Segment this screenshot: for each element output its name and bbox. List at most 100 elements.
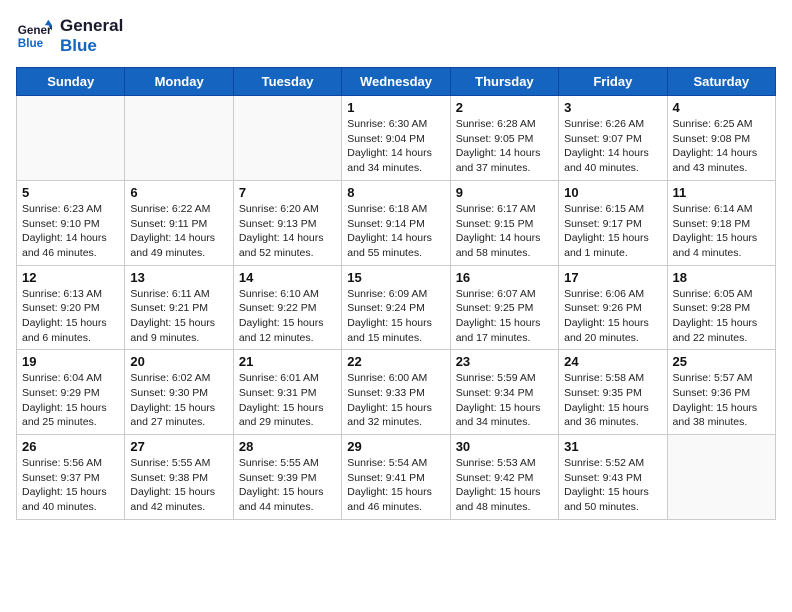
day-number: 25 [673, 354, 770, 369]
day-info: Sunrise: 6:14 AM Sunset: 9:18 PM Dayligh… [673, 202, 770, 261]
day-info: Sunrise: 5:58 AM Sunset: 9:35 PM Dayligh… [564, 371, 661, 430]
calendar-cell: 18Sunrise: 6:05 AM Sunset: 9:28 PM Dayli… [667, 265, 775, 350]
day-number: 29 [347, 439, 444, 454]
day-number: 5 [22, 185, 119, 200]
day-number: 9 [456, 185, 553, 200]
calendar-cell: 29Sunrise: 5:54 AM Sunset: 9:41 PM Dayli… [342, 435, 450, 520]
day-info: Sunrise: 6:22 AM Sunset: 9:11 PM Dayligh… [130, 202, 227, 261]
calendar-cell: 28Sunrise: 5:55 AM Sunset: 9:39 PM Dayli… [233, 435, 341, 520]
day-number: 26 [22, 439, 119, 454]
calendar-cell: 12 Sunrise: 6:13 AM Sunset: 9:20 PM Dayli… [17, 265, 125, 350]
day-info: Sunrise: 6:13 AM Sunset: 9:20 PM Dayligh… [22, 287, 119, 346]
calendar-cell: 27 Sunrise: 5:55 AM Sunset: 9:38 PM Dayli… [125, 435, 233, 520]
day-info: Sunrise: 6:01 AM Sunset: 9:31 PM Dayligh… [239, 371, 336, 430]
calendar-cell: 19Sunrise: 6:04 AM Sunset: 9:29 PM Dayli… [17, 350, 125, 435]
day-info: Sunrise: 6:17 AM Sunset: 9:15 PM Dayligh… [456, 202, 553, 261]
weekday-header-tuesday: Tuesday [233, 68, 341, 96]
day-info: Sunrise: 6:04 AM Sunset: 9:29 PM Dayligh… [22, 371, 119, 430]
day-info: Sunrise: 6:07 AM Sunset: 9:25 PM Dayligh… [456, 287, 553, 346]
day-number: 14 [239, 270, 336, 285]
calendar-cell: 21 Sunrise: 6:01 AM Sunset: 9:31 PM Dayli… [233, 350, 341, 435]
day-info: Sunrise: 6:00 AM Sunset: 9:33 PM Dayligh… [347, 371, 444, 430]
weekday-header-saturday: Saturday [667, 68, 775, 96]
day-number: 11 [673, 185, 770, 200]
calendar-cell: 15 Sunrise: 6:09 AM Sunset: 9:24 PM Dayli… [342, 265, 450, 350]
calendar-cell: 3 Sunrise: 6:26 AM Sunset: 9:07 PM Daylig… [559, 96, 667, 181]
calendar-cell: 4 Sunrise: 6:25 AM Sunset: 9:08 PM Daylig… [667, 96, 775, 181]
day-number: 22 [347, 354, 444, 369]
day-number: 8 [347, 185, 444, 200]
calendar-cell: 6 Sunrise: 6:22 AM Sunset: 9:11 PM Daylig… [125, 180, 233, 265]
calendar-cell: 31Sunrise: 5:52 AM Sunset: 9:43 PM Dayli… [559, 435, 667, 520]
calendar-week-row: 5 Sunrise: 6:23 AM Sunset: 9:10 PM Daylig… [17, 180, 776, 265]
svg-text:General: General [18, 24, 52, 37]
day-number: 24 [564, 354, 661, 369]
day-info: Sunrise: 6:23 AM Sunset: 9:10 PM Dayligh… [22, 202, 119, 261]
day-number: 7 [239, 185, 336, 200]
calendar-week-row: 12 Sunrise: 6:13 AM Sunset: 9:20 PM Dayli… [17, 265, 776, 350]
day-info: Sunrise: 5:55 AM Sunset: 9:39 PM Dayligh… [239, 456, 336, 515]
day-number: 6 [130, 185, 227, 200]
calendar-cell: 25 Sunrise: 5:57 AM Sunset: 9:36 PM Dayli… [667, 350, 775, 435]
calendar-cell: 14 Sunrise: 6:10 AM Sunset: 9:22 PM Dayli… [233, 265, 341, 350]
calendar-cell: 17 Sunrise: 6:06 AM Sunset: 9:26 PM Dayli… [559, 265, 667, 350]
day-info: Sunrise: 6:02 AM Sunset: 9:30 PM Dayligh… [130, 371, 227, 430]
logo: General Blue GeneralBlue [16, 16, 123, 55]
day-info: Sunrise: 5:52 AM Sunset: 9:43 PM Dayligh… [564, 456, 661, 515]
day-number: 2 [456, 100, 553, 115]
day-number: 4 [673, 100, 770, 115]
calendar-cell [667, 435, 775, 520]
day-number: 20 [130, 354, 227, 369]
day-info: Sunrise: 5:56 AM Sunset: 9:37 PM Dayligh… [22, 456, 119, 515]
day-number: 1 [347, 100, 444, 115]
day-number: 16 [456, 270, 553, 285]
weekday-header-row: SundayMondayTuesdayWednesdayThursdayFrid… [17, 68, 776, 96]
calendar-cell: 1Sunrise: 6:30 AM Sunset: 9:04 PM Daylig… [342, 96, 450, 181]
calendar-cell: 9 Sunrise: 6:17 AM Sunset: 9:15 PM Daylig… [450, 180, 558, 265]
day-info: Sunrise: 6:09 AM Sunset: 9:24 PM Dayligh… [347, 287, 444, 346]
calendar-cell: 2 Sunrise: 6:28 AM Sunset: 9:05 PM Daylig… [450, 96, 558, 181]
day-number: 10 [564, 185, 661, 200]
day-info: Sunrise: 6:26 AM Sunset: 9:07 PM Dayligh… [564, 117, 661, 176]
calendar-week-row: 26 Sunrise: 5:56 AM Sunset: 9:37 PM Dayli… [17, 435, 776, 520]
calendar-cell: 23 Sunrise: 5:59 AM Sunset: 9:34 PM Dayli… [450, 350, 558, 435]
calendar-week-row: 1Sunrise: 6:30 AM Sunset: 9:04 PM Daylig… [17, 96, 776, 181]
day-number: 21 [239, 354, 336, 369]
calendar-cell: 26 Sunrise: 5:56 AM Sunset: 9:37 PM Dayli… [17, 435, 125, 520]
day-info: Sunrise: 6:25 AM Sunset: 9:08 PM Dayligh… [673, 117, 770, 176]
day-number: 27 [130, 439, 227, 454]
calendar-table: SundayMondayTuesdayWednesdayThursdayFrid… [16, 67, 776, 520]
day-number: 15 [347, 270, 444, 285]
calendar-cell [233, 96, 341, 181]
day-info: Sunrise: 6:18 AM Sunset: 9:14 PM Dayligh… [347, 202, 444, 261]
weekday-header-wednesday: Wednesday [342, 68, 450, 96]
calendar-cell: 11 Sunrise: 6:14 AM Sunset: 9:18 PM Dayli… [667, 180, 775, 265]
calendar-cell: 5 Sunrise: 6:23 AM Sunset: 9:10 PM Daylig… [17, 180, 125, 265]
calendar-cell: 7 Sunrise: 6:20 AM Sunset: 9:13 PM Daylig… [233, 180, 341, 265]
calendar-cell: 16 Sunrise: 6:07 AM Sunset: 9:25 PM Dayli… [450, 265, 558, 350]
calendar-cell: 30 Sunrise: 5:53 AM Sunset: 9:42 PM Dayli… [450, 435, 558, 520]
calendar-cell: 22 Sunrise: 6:00 AM Sunset: 9:33 PM Dayli… [342, 350, 450, 435]
day-number: 12 [22, 270, 119, 285]
day-info: Sunrise: 5:57 AM Sunset: 9:36 PM Dayligh… [673, 371, 770, 430]
day-info: Sunrise: 5:53 AM Sunset: 9:42 PM Dayligh… [456, 456, 553, 515]
day-number: 18 [673, 270, 770, 285]
calendar-cell: 24 Sunrise: 5:58 AM Sunset: 9:35 PM Dayli… [559, 350, 667, 435]
day-number: 3 [564, 100, 661, 115]
day-info: Sunrise: 5:55 AM Sunset: 9:38 PM Dayligh… [130, 456, 227, 515]
svg-text:Blue: Blue [18, 36, 44, 49]
day-info: Sunrise: 6:06 AM Sunset: 9:26 PM Dayligh… [564, 287, 661, 346]
calendar-cell [125, 96, 233, 181]
logo-text: GeneralBlue [60, 16, 123, 55]
day-info: Sunrise: 6:28 AM Sunset: 9:05 PM Dayligh… [456, 117, 553, 176]
day-number: 23 [456, 354, 553, 369]
logo-icon: General Blue [16, 18, 52, 54]
day-number: 30 [456, 439, 553, 454]
day-info: Sunrise: 6:15 AM Sunset: 9:17 PM Dayligh… [564, 202, 661, 261]
day-info: Sunrise: 6:20 AM Sunset: 9:13 PM Dayligh… [239, 202, 336, 261]
calendar-cell: 20 Sunrise: 6:02 AM Sunset: 9:30 PM Dayli… [125, 350, 233, 435]
calendar-cell: 10 Sunrise: 6:15 AM Sunset: 9:17 PM Dayli… [559, 180, 667, 265]
day-number: 17 [564, 270, 661, 285]
day-info: Sunrise: 5:59 AM Sunset: 9:34 PM Dayligh… [456, 371, 553, 430]
day-info: Sunrise: 6:10 AM Sunset: 9:22 PM Dayligh… [239, 287, 336, 346]
